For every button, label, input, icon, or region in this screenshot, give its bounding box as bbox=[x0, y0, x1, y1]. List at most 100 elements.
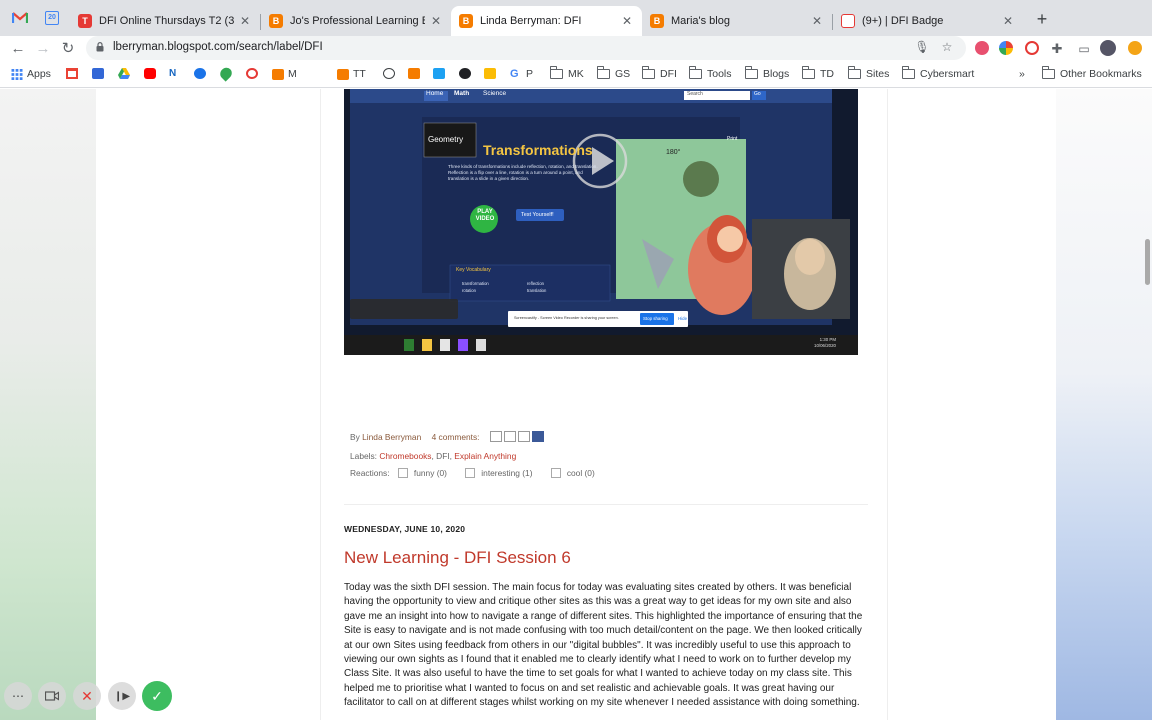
label-link[interactable]: Chromebooks bbox=[379, 451, 431, 461]
bookmark-label: Other Bookmarks bbox=[1060, 68, 1142, 80]
label-link[interactable]: Explain Anything bbox=[454, 451, 516, 461]
labels-prefix: Labels: bbox=[350, 451, 378, 461]
bookmark-label: Sites bbox=[866, 68, 890, 80]
puzzle-icon[interactable]: ✚ bbox=[1047, 39, 1067, 59]
bookmark-m[interactable]: M bbox=[272, 68, 297, 80]
bookmark-folder-blogs[interactable]: Blogs bbox=[745, 66, 789, 80]
folder-icon bbox=[745, 66, 758, 79]
facebook-share-icon[interactable] bbox=[531, 431, 544, 442]
bookmark-folder-tools[interactable]: Tools bbox=[689, 66, 732, 80]
bookmarks-bar: Apps N M TT GP MK GS DFI Tools Blogs TD … bbox=[0, 62, 1152, 88]
page-viewport: Home Math Science Search Go Geometry Tra… bbox=[0, 89, 1152, 720]
cancel-icon[interactable]: ✕ bbox=[73, 682, 101, 710]
mic-icon[interactable]: 🎙︎ bbox=[914, 40, 930, 54]
extension-icon[interactable] bbox=[975, 41, 989, 55]
checkbox[interactable] bbox=[465, 468, 476, 478]
cast-icon[interactable]: ▭ bbox=[1074, 39, 1094, 59]
forward-icon[interactable]: → bbox=[33, 39, 53, 59]
calendar-icon[interactable]: 20 bbox=[42, 8, 62, 28]
post-date: WEDNESDAY, JUNE 10, 2020 bbox=[344, 524, 466, 534]
bookmark-folder-cybersmart[interactable]: Cybersmart bbox=[902, 66, 974, 80]
reaction-interesting[interactable]: interesting (1) bbox=[465, 468, 533, 478]
tab-dfi-online[interactable]: T DFI Online Thursdays T2 (36 ta ✕ bbox=[70, 6, 260, 36]
bookmark-folder-mk[interactable]: MK bbox=[550, 66, 584, 80]
bookmark-s[interactable] bbox=[92, 68, 108, 79]
post-body: Today was the sixth DFI session. The mai… bbox=[344, 582, 863, 709]
star-icon[interactable]: ☆ bbox=[939, 40, 955, 54]
done-icon[interactable]: ✓ bbox=[142, 681, 172, 711]
close-icon[interactable]: ✕ bbox=[429, 14, 443, 28]
bookmark-blogger[interactable] bbox=[408, 68, 424, 79]
more-bookmarks-button[interactable]: » bbox=[1019, 68, 1025, 80]
post-title[interactable]: New Learning - DFI Session 6 bbox=[344, 548, 571, 568]
reload-icon[interactable]: ↻ bbox=[58, 39, 78, 59]
other-bookmarks[interactable]: Other Bookmarks bbox=[1042, 66, 1142, 80]
bookmark-keep[interactable] bbox=[484, 68, 500, 79]
checkbox[interactable] bbox=[397, 468, 408, 478]
reaction-cool[interactable]: cool (0) bbox=[550, 468, 595, 478]
new-tab-button[interactable]: + bbox=[1033, 10, 1051, 28]
tab-marias-blog[interactable]: B Maria's blog ✕ bbox=[642, 6, 832, 36]
geometry-badge: Geometry bbox=[428, 135, 464, 144]
avatar[interactable] bbox=[1100, 40, 1116, 56]
close-icon[interactable]: ✕ bbox=[810, 14, 824, 28]
bookmark-youtube[interactable] bbox=[144, 68, 160, 79]
email-share-icon[interactable] bbox=[489, 431, 502, 442]
scrollbar[interactable] bbox=[1142, 89, 1152, 720]
bookmark-folder-td[interactable]: TD bbox=[802, 66, 834, 80]
bookmark-globe2[interactable] bbox=[459, 68, 475, 79]
tab-linda-berryman[interactable]: B Linda Berryman: DFI ✕ bbox=[451, 6, 642, 36]
author-link[interactable]: Linda Berryman bbox=[362, 432, 421, 442]
bookmark-folder-dfi[interactable]: DFI bbox=[642, 66, 677, 80]
bookmark-maps[interactable] bbox=[217, 65, 236, 82]
stop-sharing-button: Stop sharing bbox=[643, 316, 668, 321]
checkbox[interactable] bbox=[550, 468, 561, 478]
camera-off-icon[interactable] bbox=[38, 682, 66, 710]
bookmark-folder-gs[interactable]: GS bbox=[597, 66, 630, 80]
vocab-item: transformation bbox=[462, 281, 489, 286]
bookmark-tt[interactable]: TT bbox=[337, 68, 366, 80]
label-current: DFI bbox=[436, 451, 450, 461]
bookmark-p[interactable]: GP bbox=[510, 68, 533, 80]
bookmark-label: TD bbox=[820, 68, 834, 80]
n-icon: N bbox=[169, 68, 177, 79]
bookmark-apps[interactable]: Apps bbox=[11, 68, 51, 80]
bookmark-n2[interactable] bbox=[194, 68, 210, 79]
close-icon[interactable]: ✕ bbox=[238, 14, 252, 28]
close-icon[interactable]: ✕ bbox=[620, 14, 634, 28]
blog-share-icon[interactable] bbox=[503, 431, 516, 442]
bookmark-twitter[interactable] bbox=[433, 68, 449, 79]
twitter-share-icon[interactable] bbox=[517, 431, 530, 442]
extension-icon[interactable] bbox=[999, 41, 1013, 55]
bookmark-globe[interactable] bbox=[383, 68, 399, 79]
spiral-icon[interactable] bbox=[1025, 41, 1039, 55]
bookmark-gmail[interactable] bbox=[66, 68, 82, 79]
close-icon[interactable]: ✕ bbox=[1001, 14, 1015, 28]
video-go: Go bbox=[754, 91, 761, 97]
byline-prefix: By bbox=[350, 432, 360, 442]
reactions-prefix: Reactions: bbox=[350, 468, 390, 478]
more-icon[interactable]: ⋯ bbox=[4, 682, 32, 710]
bookmark-folder-sites[interactable]: Sites bbox=[848, 66, 890, 80]
tab-title: (9+) | DFI Badge bbox=[862, 15, 944, 27]
pause-icon[interactable]: ❙▶ bbox=[108, 682, 136, 710]
comments-link[interactable]: 4 comments: bbox=[432, 432, 480, 442]
tab-jos-blog[interactable]: B Jo's Professional Learning Blog ✕ bbox=[261, 6, 451, 36]
post-labels: Labels: Chromebooks, DFI, Explain Anythi… bbox=[350, 451, 517, 461]
embedded-video[interactable]: Home Math Science Search Go Geometry Tra… bbox=[344, 89, 858, 355]
tab-dfi-badge[interactable]: (9+) | DFI Badge ✕ bbox=[833, 6, 1023, 36]
back-icon[interactable]: ← bbox=[8, 39, 28, 59]
reaction-label: funny (0) bbox=[413, 468, 447, 478]
bookmark-drive[interactable] bbox=[118, 68, 134, 79]
share-buttons bbox=[489, 431, 546, 442]
gmail-icon[interactable] bbox=[10, 8, 30, 28]
blogger-icon: B bbox=[650, 14, 664, 28]
folder-icon bbox=[597, 66, 610, 79]
reaction-funny[interactable]: funny (0) bbox=[397, 468, 447, 478]
bookmark-n[interactable]: N bbox=[169, 68, 185, 79]
update-icon[interactable] bbox=[1128, 41, 1142, 55]
address-bar[interactable]: lberryman.blogspot.com/search/label/DFI … bbox=[86, 36, 966, 60]
bookmark-label: Tools bbox=[707, 68, 732, 80]
bookmark-badge[interactable] bbox=[246, 68, 262, 79]
scrollbar-thumb[interactable] bbox=[1145, 239, 1150, 285]
